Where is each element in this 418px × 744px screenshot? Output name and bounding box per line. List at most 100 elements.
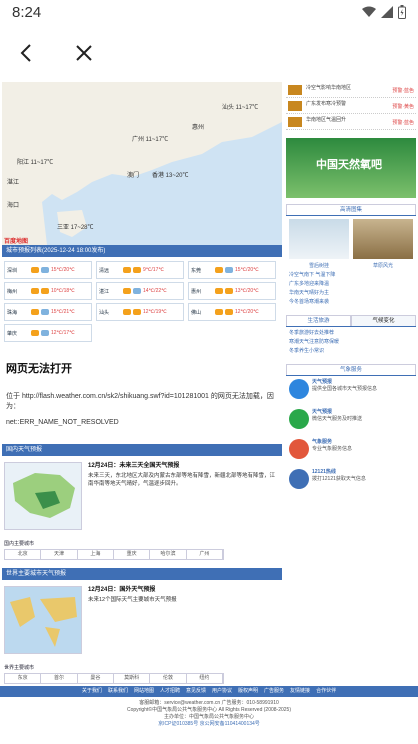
- footer-link[interactable]: 联系我们: [108, 686, 128, 697]
- tab-climate[interactable]: 气候变化: [351, 315, 416, 326]
- link-item[interactable]: 冷空气南下 气温下降: [289, 271, 413, 280]
- gallery-caption[interactable]: 草原风光: [353, 262, 413, 269]
- phone-icon: [289, 469, 309, 489]
- tab-gallery[interactable]: 高清图集: [286, 204, 416, 215]
- city-link[interactable]: 北京: [5, 550, 42, 559]
- footer-link[interactable]: 广告服务: [264, 686, 284, 697]
- signal-icon: [381, 6, 393, 18]
- city-cell[interactable]: 珠海 15℃/21℃: [4, 303, 92, 321]
- footer-link[interactable]: 意见反馈: [186, 686, 206, 697]
- news-item[interactable]: 冷空气影响华南地区 预警·蓝色: [286, 82, 416, 98]
- link-item[interactable]: 冬季旅游好去处推荐: [289, 329, 413, 338]
- footer-link[interactable]: 合作伙伴: [316, 686, 336, 697]
- footer: 关于我们 联系我们 网站地图 人才招聘 意见反馈 用户协议 版权声明 广告服务 …: [0, 686, 418, 744]
- gallery-photo[interactable]: [289, 219, 349, 259]
- map-label: 惠州: [192, 125, 205, 131]
- warning-icon: [288, 101, 302, 111]
- news-item[interactable]: 华南地区气温回升 预警·蓝色: [286, 114, 416, 130]
- domestic-section: 国内天气预报 12月24日：未来三天全国天气预报 未来三天，东北地区大部及内蒙古…: [2, 444, 282, 560]
- chevron-left-icon: [20, 44, 31, 62]
- world-map-thumb[interactable]: [4, 586, 82, 654]
- webpage-content: 广州 11~17℃ 阳江 11~17℃ 湛江 澳门 香港 13~20℃ 海口 三…: [0, 82, 418, 744]
- footer-line: Copyright©中国气象局公共气象服务中心 All Rights Reser…: [126, 707, 291, 713]
- city-link[interactable]: 东京: [5, 674, 42, 683]
- error-panel: 网页无法打开 位于 http://flash.weather.com.cn/sk…: [2, 346, 282, 436]
- oxygen-bar-banner[interactable]: 中国天然氧吧: [286, 138, 416, 198]
- city-cell[interactable]: 汕头 12℃/19℃: [96, 303, 184, 321]
- china-map-image: [13, 473, 75, 518]
- back-button[interactable]: [12, 39, 40, 67]
- world-date[interactable]: 12月24日：国外天气预报: [88, 586, 280, 594]
- link-item[interactable]: 冬季养生小常识: [289, 347, 413, 356]
- china-map-thumb[interactable]: [4, 462, 82, 530]
- city-cell[interactable]: 惠州 13℃/20℃: [188, 282, 276, 300]
- left-column: 广州 11~17℃ 阳江 11~17℃ 湛江 澳门 香港 13~20℃ 海口 三…: [2, 82, 282, 684]
- weather-app-icon: [289, 379, 309, 399]
- footer-link[interactable]: 关于我们: [82, 686, 102, 697]
- city-cell[interactable]: 清远 9℃/17℃: [96, 261, 184, 279]
- footer-nav: 关于我们 联系我们 网站地图 人才招聘 意见反馈 用户协议 版权声明 广告服务 …: [0, 686, 418, 697]
- clock: 8:24: [12, 3, 42, 21]
- domestic-date[interactable]: 12月24日：未来三天全国天气预报: [88, 462, 280, 470]
- city-link[interactable]: 天津: [41, 550, 78, 559]
- footer-link[interactable]: 友情链接: [290, 686, 310, 697]
- map-label: 海口: [7, 203, 20, 209]
- footer-line[interactable]: 京ICP证010385号 京公网安备11041400134号: [0, 721, 418, 728]
- map-label: 湛江: [7, 180, 20, 186]
- world-city-grid: 东京 首尔 曼谷 莫斯科 伦敦 纽约: [4, 673, 224, 684]
- city-link[interactable]: 上海: [78, 550, 114, 559]
- banner-title: 中国天然氧吧: [316, 159, 382, 171]
- link-item[interactable]: 广东多地迎来降温: [289, 280, 413, 289]
- city-link[interactable]: 曼谷: [78, 674, 114, 683]
- service-item[interactable]: 天气预报 微信天气服务及时推送: [286, 406, 416, 436]
- tab-life[interactable]: 生活旅游: [286, 315, 351, 326]
- wechat-icon: [289, 409, 309, 429]
- city-link[interactable]: 广州: [187, 550, 223, 559]
- tab-service[interactable]: 气象服务: [286, 364, 416, 375]
- map-label: 阳江 11~17℃: [17, 160, 54, 166]
- city-link[interactable]: 哈尔滨: [150, 550, 187, 559]
- city-link[interactable]: 重庆: [114, 550, 151, 559]
- life-links: 冬季旅游好去处推荐 寒潮天气注意防寒保暖 冬季养生小常识: [286, 327, 416, 358]
- link-item[interactable]: 寒潮天气注意防寒保暖: [289, 338, 413, 347]
- world-map-image: [5, 587, 81, 653]
- error-code: net::ERR_NAME_NOT_RESOLVED: [6, 419, 119, 426]
- city-cell[interactable]: 梅州 10℃/18℃: [4, 282, 92, 300]
- domestic-text: 未来三天，东北地区大部及内蒙古东部等地有降雪，新疆北部等地有降雪，江南华南等地天…: [88, 473, 276, 487]
- footer-link[interactable]: 人才招聘: [160, 686, 180, 697]
- close-button[interactable]: [70, 39, 98, 67]
- city-link[interactable]: 首尔: [41, 674, 78, 683]
- city-list-header: 城市预报列表(2025-12-24 18:00发布): [2, 245, 282, 257]
- service-item[interactable]: 天气预报 提供全国各城市天气预报信息: [286, 376, 416, 406]
- city-grid: 深圳 15℃/20℃ 清远 9℃/17℃ 东莞 15℃/20℃ 梅州 10℃/18℃ 湛…: [2, 257, 282, 346]
- status-bar: 8:24: [0, 0, 418, 24]
- weather-map[interactable]: 广州 11~17℃ 阳江 11~17℃ 湛江 澳门 香港 13~20℃ 海口 三…: [2, 82, 282, 245]
- news-item[interactable]: 广东发布寒冷预警 预警·黄色: [286, 98, 416, 114]
- city-cell[interactable]: 深圳 15℃/20℃: [4, 261, 92, 279]
- gallery-caption[interactable]: 雪后树挂: [289, 262, 349, 269]
- life-tabs: 生活旅游 气候变化: [286, 315, 416, 327]
- footer-link[interactable]: 用户协议: [212, 686, 232, 697]
- world-section: 世界主要城市天气预报 12月24日：国外天气预报 未来12个国际天气主要城市天气…: [2, 568, 282, 684]
- map-label: 汕头 11~17℃: [222, 105, 259, 111]
- link-item[interactable]: 今冬首场寒潮来袭: [289, 298, 413, 307]
- city-link[interactable]: 纽约: [187, 674, 223, 683]
- city-link[interactable]: 伦敦: [150, 674, 187, 683]
- warning-icon: [288, 117, 302, 127]
- city-cell[interactable]: 肇庆 12℃/17℃: [4, 324, 92, 342]
- city-cell[interactable]: 湛江 14℃/22℃: [96, 282, 184, 300]
- gallery-captions: 雪后树挂 草原风光: [286, 262, 416, 269]
- footer-link[interactable]: 版权声明: [238, 686, 258, 697]
- service-item[interactable]: 气象服务 专业气象服务信息: [286, 436, 416, 466]
- map-label: 澳门: [127, 173, 140, 179]
- city-cell[interactable]: 东莞 15℃/20℃: [188, 261, 276, 279]
- domestic-header: 国内天气预报: [2, 444, 282, 456]
- service-item[interactable]: 12121热线 拨打12121获取天气信息: [286, 466, 416, 496]
- city-cell[interactable]: 佛山 12℃/20℃: [188, 303, 276, 321]
- link-item[interactable]: 华南天气晴好为主: [289, 289, 413, 298]
- gallery-links: 冷空气南下 气温下降 广东多地迎来降温 华南天气晴好为主 今冬首场寒潮来袭: [286, 269, 416, 309]
- footer-link[interactable]: 网站地图: [134, 686, 154, 697]
- city-link[interactable]: 莫斯科: [114, 674, 151, 683]
- gallery-photo[interactable]: [353, 219, 413, 259]
- close-icon: [76, 45, 92, 61]
